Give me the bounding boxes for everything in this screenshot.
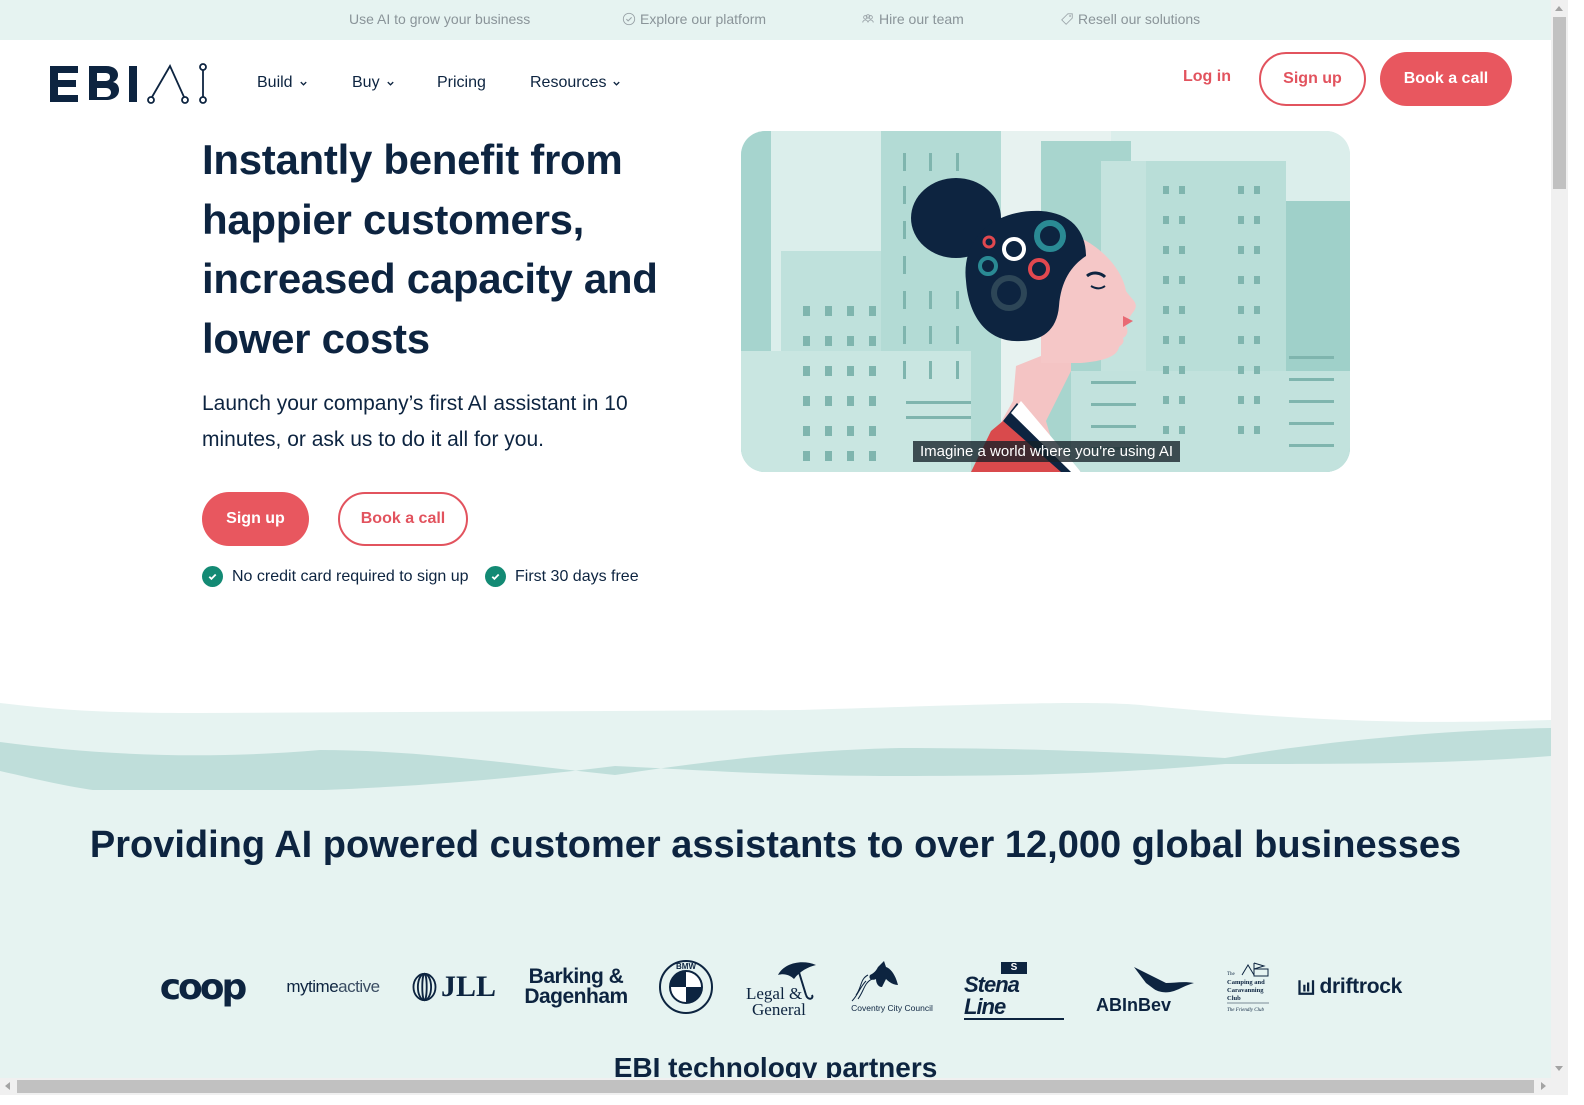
video-caption: Imagine a world where you're using AI	[913, 441, 1181, 462]
nav-buy[interactable]: Buy	[352, 74, 395, 92]
partners-section-title: EBI technology partners	[613, 1052, 938, 1078]
topbar-link-explore-platform[interactable]: Explore our platform	[622, 11, 766, 27]
tag-icon	[1061, 13, 1073, 25]
nav-pricing-label: Pricing	[437, 74, 486, 91]
jll-globe-icon	[412, 972, 437, 1002]
topbar-link-label: Use AI to grow your business	[349, 11, 531, 27]
logo-bmw: BMW	[656, 955, 716, 1019]
coventry-horse-icon: Coventry City Council	[851, 961, 933, 1013]
svg-text:ABInBev: ABInBev	[1096, 995, 1171, 1015]
topbar-link-label: Resell our solutions	[1078, 11, 1201, 27]
nav-pricing[interactable]: Pricing	[437, 74, 486, 92]
svg-text:The: The	[1227, 972, 1236, 977]
benefit-free-trial: First 30 days free	[485, 566, 639, 587]
logo-mytimeactive: mytimeactive	[286, 977, 380, 996]
benefit-no-credit-card: No credit card required to sign up	[202, 566, 469, 587]
nav-build-label: Build	[257, 74, 293, 91]
legal-general-umbrella-icon: Legal & General	[746, 962, 816, 1017]
svg-text:Club: Club	[1227, 995, 1241, 1002]
logo-camping-caravanning-club: The Camping and Caravanning Club The Fri…	[1224, 955, 1272, 1019]
svg-text:General: General	[752, 1000, 806, 1017]
logo-legal-general: Legal & General	[740, 955, 824, 1019]
check-circle-icon	[202, 566, 223, 587]
ebi-ai-logo[interactable]	[49, 62, 209, 106]
logo-jll: JLL	[412, 955, 496, 1019]
header-signup-button[interactable]: Sign up	[1259, 52, 1366, 106]
logo-driftrock: driftrock	[1298, 955, 1402, 1019]
scroll-right-arrow-icon[interactable]	[1541, 1082, 1546, 1090]
login-link[interactable]: Log in	[1183, 68, 1231, 86]
customers-section-title: Providing AI powered customer assistants…	[89, 824, 1462, 866]
driftrock-bars-icon	[1298, 980, 1315, 995]
hero-video-player[interactable]: Imagine a world where you're using AI	[741, 131, 1350, 472]
chevron-down-icon	[386, 81, 394, 86]
logo-abinbev: ABInBev	[1094, 955, 1198, 1019]
benefit-label: No credit card required to sign up	[232, 567, 469, 585]
nav-resources[interactable]: Resources	[530, 74, 621, 92]
svg-text:Coventry City Council: Coventry City Council	[851, 1003, 933, 1013]
hero-signup-button[interactable]: Sign up	[202, 492, 309, 546]
benefit-label: First 30 days free	[515, 567, 639, 585]
svg-text:The Friendly Club: The Friendly Club	[1227, 1008, 1264, 1013]
topbar-link-resell-solutions[interactable]: Resell our solutions	[1060, 11, 1200, 27]
nav-buy-label: Buy	[352, 74, 380, 91]
hero-title: Instantly benefit from happier customers…	[202, 136, 658, 362]
camping-club-icon: The Camping and Caravanning Club The Fri…	[1227, 962, 1269, 1013]
abinbev-eagle-icon: ABInBev	[1096, 967, 1194, 1015]
scroll-up-arrow-icon[interactable]	[1555, 6, 1563, 11]
bmw-roundel-icon: BMW	[659, 960, 713, 1014]
check-circle-icon	[485, 566, 506, 587]
window-edge	[0, 1095, 1584, 1105]
scroll-down-arrow-icon[interactable]	[1555, 1066, 1563, 1071]
svg-text:Caravanning: Caravanning	[1227, 987, 1264, 994]
hero-book-call-button[interactable]: Book a call	[338, 492, 468, 546]
svg-text:BMW: BMW	[676, 962, 696, 971]
nav-resources-label: Resources	[530, 74, 607, 91]
horizontal-scrollbar-thumb[interactable]	[17, 1080, 1534, 1093]
logo-barking-dagenham: Barking & Dagenham	[524, 965, 628, 1008]
logo-coop: coop	[159, 966, 248, 1008]
city-woman-illustration	[741, 131, 1350, 472]
vertical-scrollbar-thumb[interactable]	[1553, 17, 1566, 189]
horizontal-scrollbar[interactable]	[0, 1078, 1551, 1095]
nav-build[interactable]: Build	[257, 74, 308, 92]
svg-text:Camping and: Camping and	[1227, 979, 1265, 986]
chevron-down-icon	[299, 81, 307, 86]
window-edge	[1568, 0, 1584, 1105]
people-icon	[862, 14, 874, 23]
logo-coventry-city-council: Coventry City Council	[848, 955, 936, 1019]
customer-logo-strip: coop mytimeactive JLL Barking & Dagenham…	[0, 955, 1551, 1020]
header-book-call-button[interactable]: Book a call	[1380, 52, 1512, 106]
scrollbar-corner	[1551, 1078, 1568, 1095]
topbar-link-hire-team[interactable]: Hire our team	[861, 11, 964, 27]
topbar-link-label: Hire our team	[879, 11, 964, 27]
top-utility-bar: Use AI to grow your business Explore our…	[0, 0, 1551, 40]
badge-check-icon	[622, 12, 636, 26]
vertical-scrollbar[interactable]	[1551, 0, 1568, 1078]
scroll-left-arrow-icon[interactable]	[5, 1082, 10, 1090]
page-viewport: Use AI to grow your business Explore our…	[0, 0, 1551, 1078]
chevron-down-icon	[613, 81, 621, 86]
topbar-link-grow-business[interactable]: Use AI to grow your business	[349, 11, 530, 27]
logo-stena-line: S Stena Line	[964, 955, 1064, 1020]
hero-subtitle: Launch your company’s first AI assistant…	[202, 392, 628, 451]
topbar-link-label: Explore our platform	[640, 11, 767, 27]
